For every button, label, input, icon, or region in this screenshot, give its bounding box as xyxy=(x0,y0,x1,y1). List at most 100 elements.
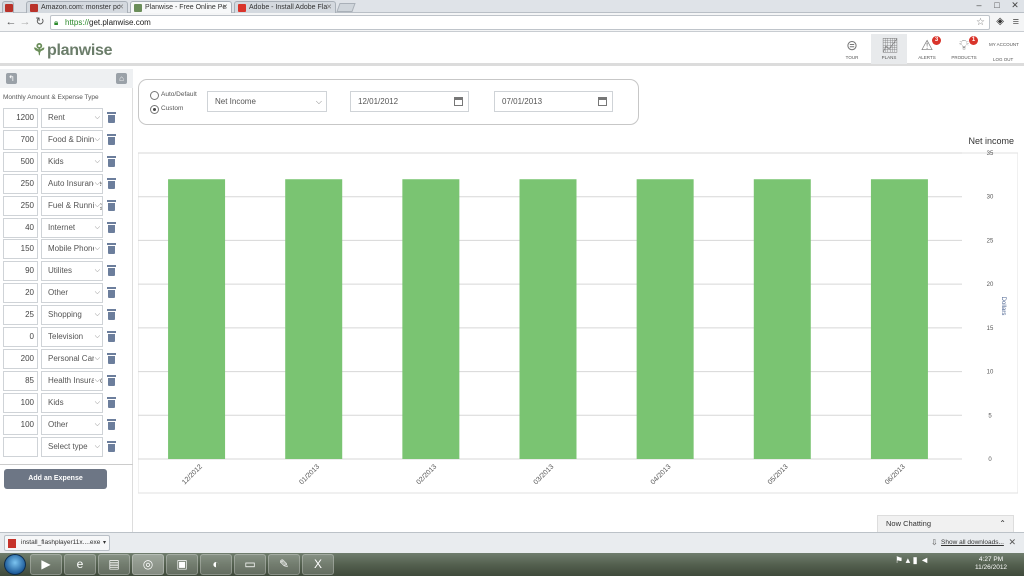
internet-explorer-icon[interactable]: e xyxy=(64,554,96,575)
expense-type-select[interactable]: Health Insurance ⌵ xyxy=(41,370,103,391)
trash-icon[interactable] xyxy=(107,199,116,211)
excel-icon[interactable]: X xyxy=(302,554,334,575)
amount-input[interactable]: 250 xyxy=(3,195,38,216)
expense-type-select[interactable]: Shopping ⌵ xyxy=(41,305,103,326)
download-item[interactable]: install_flashplayer11x....exe ▾ xyxy=(4,535,110,551)
expense-type-select[interactable]: Other ⌵ xyxy=(41,283,103,304)
amount-input[interactable]: 25 xyxy=(3,305,38,326)
expense-type-select[interactable]: Television ⌵ xyxy=(41,327,103,347)
amount-input[interactable]: 700 xyxy=(3,129,38,150)
nav-products[interactable]: 💡︎ PRODUCTS 1 xyxy=(946,34,982,64)
home-icon[interactable]: ⌂ xyxy=(116,73,127,84)
amount-input[interactable]: 20 xyxy=(3,283,38,304)
nav-tour[interactable]: ⊜ TOUR xyxy=(834,34,870,64)
amount-input[interactable] xyxy=(3,436,38,457)
close-icon[interactable]: ✕ xyxy=(118,2,124,13)
trash-icon[interactable] xyxy=(107,352,116,364)
log-out-link[interactable]: LOG OUT xyxy=(989,52,1019,67)
trash-icon[interactable] xyxy=(107,309,116,321)
minimize-icon[interactable]: – xyxy=(970,0,988,10)
expense-type-select[interactable]: Fuel & Running ⌵ xyxy=(41,195,103,216)
trash-icon[interactable] xyxy=(107,374,116,386)
nav-alerts[interactable]: ⚠ ALERTS 3 xyxy=(909,34,945,64)
amount-input[interactable]: 150 xyxy=(3,239,38,260)
planwise-logo[interactable]: ⚘planwise xyxy=(32,40,113,60)
expense-type-select[interactable]: Food & Dining ⌵ xyxy=(41,129,103,150)
tray-arrow-icon[interactable]: ▴ xyxy=(906,555,911,565)
trash-icon[interactable] xyxy=(107,265,116,277)
trash-icon[interactable] xyxy=(107,155,116,167)
expense-type-select[interactable]: Other ⌵ xyxy=(41,414,103,435)
expense-type-select[interactable]: Internet ⌵ xyxy=(41,217,103,238)
auto-default-radio[interactable] xyxy=(150,91,159,100)
trash-icon[interactable] xyxy=(107,440,116,452)
tab-adobe[interactable]: Adobe - Install Adobe Fla ✕ xyxy=(234,1,336,13)
metric-select[interactable]: Net Income ⌵ xyxy=(207,91,327,112)
amount-input[interactable]: 40 xyxy=(3,217,38,238)
custom-radio[interactable] xyxy=(150,105,159,114)
chat-widget[interactable]: Now Chatting ⌃ xyxy=(877,515,1014,532)
trash-icon[interactable] xyxy=(107,177,116,189)
url-field[interactable]: 🔒︎ https://get.planwise.com ☆ xyxy=(50,15,990,30)
expense-type-select[interactable]: Rent ⌵ xyxy=(41,108,103,128)
chrome-icon[interactable]: ◎ xyxy=(132,554,164,575)
clock[interactable]: 4:27 PM 11/26/2012 xyxy=(975,556,1007,572)
calendar-icon[interactable] xyxy=(598,97,607,106)
trash-icon[interactable] xyxy=(107,133,116,145)
flag-icon[interactable]: ⚑ xyxy=(895,555,903,565)
folder-icon[interactable]: ▭ xyxy=(234,554,266,575)
trash-icon[interactable] xyxy=(107,287,116,299)
tool-icon[interactable]: ✎ xyxy=(268,554,300,575)
forward-icon[interactable]: → xyxy=(18,16,32,28)
trash-icon[interactable] xyxy=(107,418,116,430)
close-icon[interactable]: ✕ xyxy=(326,2,332,13)
volume-icon[interactable]: ◄ xyxy=(920,555,929,565)
extension-icon[interactable]: ◈ xyxy=(996,16,1004,27)
amount-input[interactable]: 200 xyxy=(3,348,38,369)
expense-type-select[interactable]: Kids ⌵ xyxy=(41,151,103,172)
close-icon[interactable]: ✕ xyxy=(1008,537,1016,548)
expense-type-select[interactable]: Personal Care ⌵ xyxy=(41,348,103,369)
amount-input[interactable]: 100 xyxy=(3,414,38,435)
expense-type-select[interactable]: Select type ⌵ xyxy=(41,436,103,457)
network-icon[interactable]: ▮ xyxy=(913,555,918,565)
chevron-up-icon[interactable]: ⌃ xyxy=(999,516,1006,532)
pinned-tab[interactable] xyxy=(2,1,14,13)
trash-icon[interactable] xyxy=(107,331,116,342)
bookmark-star-icon[interactable]: ☆ xyxy=(976,16,985,29)
start-button[interactable] xyxy=(4,554,26,575)
close-icon[interactable]: ✕ xyxy=(222,2,228,13)
chevron-down-icon[interactable]: ▾ xyxy=(103,536,106,550)
amount-input[interactable]: 250 xyxy=(3,173,38,194)
app-icon[interactable]: ▣ xyxy=(166,554,198,575)
start-date-field[interactable]: 12/01/2012 xyxy=(350,91,469,112)
trash-icon[interactable] xyxy=(107,221,116,233)
expense-type-select[interactable]: Kids ⌵ xyxy=(41,392,103,413)
end-date-field[interactable]: 07/01/2013 xyxy=(494,91,613,112)
amount-input[interactable]: 85 xyxy=(3,370,38,391)
amount-input[interactable]: 500 xyxy=(3,151,38,172)
expense-type-select[interactable]: Auto Insurance ⌵ xyxy=(41,173,103,194)
calendar-icon[interactable] xyxy=(454,97,463,106)
back-arrow-icon[interactable]: ↰ xyxy=(6,73,17,84)
trash-icon[interactable] xyxy=(107,243,116,255)
tab-planwise[interactable]: Planwise - Free Online Pe ✕ xyxy=(130,1,232,13)
new-tab-button[interactable] xyxy=(336,3,356,12)
amount-input[interactable]: 90 xyxy=(3,261,38,282)
expense-type-select[interactable]: Mobile Phone ⌵ xyxy=(41,239,103,260)
trash-icon[interactable] xyxy=(107,112,116,123)
menu-icon[interactable]: ≡ xyxy=(1013,16,1019,28)
my-account-link[interactable]: MY ACCOUNT xyxy=(989,37,1019,52)
trash-icon[interactable] xyxy=(107,396,116,408)
browser-icon[interactable]: ◐ xyxy=(200,554,232,575)
show-all-downloads-link[interactable]: Show all downloads... xyxy=(941,539,1004,546)
tab-amazon[interactable]: Amazon.com: monster pc ✕ xyxy=(26,1,128,13)
amount-input[interactable]: 0 xyxy=(3,327,38,347)
expense-type-select[interactable]: Utilites ⌵ xyxy=(41,261,103,282)
amount-input[interactable]: 100 xyxy=(3,392,38,413)
add-expense-button[interactable]: Add an Expense xyxy=(4,469,107,489)
nav-plans[interactable]: 📈︎ PLANS xyxy=(871,34,907,64)
close-window-icon[interactable]: ✕ xyxy=(1006,0,1024,11)
file-explorer-icon[interactable]: ▤ xyxy=(98,554,130,575)
reload-icon[interactable]: ↻ xyxy=(33,16,47,28)
